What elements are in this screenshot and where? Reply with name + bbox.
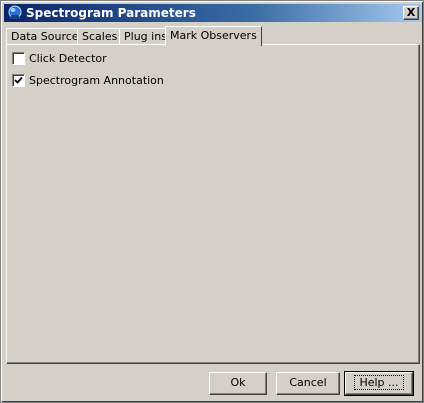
tab-label: Mark Observers (170, 29, 257, 42)
option-label: Spectrogram Annotation (29, 74, 164, 87)
tab-mark-observers[interactable]: Mark Observers (165, 26, 262, 46)
dialog-window: Spectrogram Parameters X Data Source Sca… (0, 0, 424, 403)
tab-data-source[interactable]: Data Source (6, 28, 84, 45)
title-bar[interactable]: Spectrogram Parameters X (4, 4, 422, 22)
app-globe-icon (7, 5, 23, 21)
spectrogram-annotation-checkbox[interactable] (12, 74, 25, 87)
tab-label: Scales (82, 30, 118, 43)
button-label: Help ... (354, 375, 404, 390)
close-button[interactable]: X (403, 6, 419, 20)
tab-scales[interactable]: Scales (77, 28, 123, 45)
ok-button[interactable]: Ok (209, 372, 267, 395)
tab-panel-mark-observers: Click Detector Spectrogram Annotation (6, 44, 420, 364)
button-label: Cancel (289, 376, 327, 389)
help-button[interactable]: Help ... (344, 371, 414, 396)
tab-label: Plug ins (124, 30, 167, 43)
tab-plug-ins[interactable]: Plug ins (119, 28, 172, 45)
window-title: Spectrogram Parameters (26, 6, 196, 20)
option-label: Click Detector (29, 52, 107, 65)
close-icon: X (406, 6, 416, 19)
cancel-button[interactable]: Cancel (276, 372, 340, 395)
button-label: Ok (230, 376, 246, 389)
click-detector-checkbox[interactable] (12, 52, 25, 65)
checkmark-icon (14, 76, 23, 84)
tab-label: Data Source (11, 30, 79, 43)
